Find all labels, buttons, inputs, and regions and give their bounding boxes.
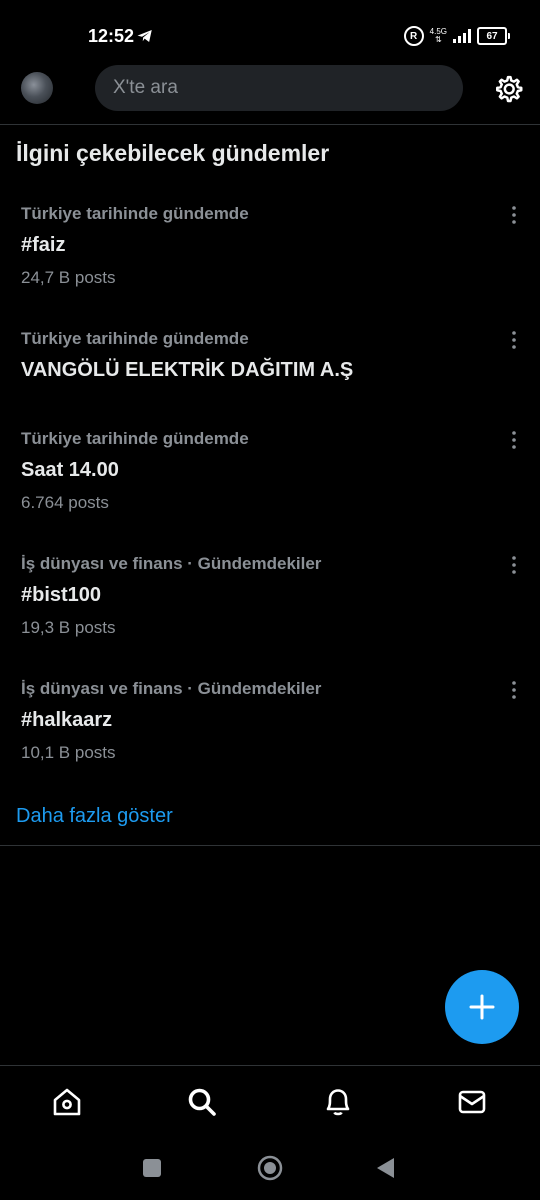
system-nav — [0, 1140, 540, 1200]
avatar[interactable] — [21, 72, 53, 104]
battery-level: 67 — [477, 27, 507, 45]
trend-name: #faiz — [21, 234, 66, 256]
bell-icon[interactable] — [322, 1086, 354, 1118]
square-icon[interactable] — [142, 1154, 162, 1182]
top-divider — [0, 124, 540, 125]
trend-item[interactable]: İş dünyası ve finans · Gündemdekiler #bi… — [0, 554, 540, 654]
search-box[interactable] — [95, 65, 463, 111]
trend-meta: Türkiye tarihinde gündemde — [21, 204, 249, 223]
trend-item[interactable]: Türkiye tarihinde gündemde #faiz 24,7 B … — [0, 204, 540, 304]
trend-name: #halkaarz — [21, 709, 113, 731]
compose-button[interactable] — [445, 970, 519, 1044]
trend-name: VANGÖLÜ ELEKTRİK DAĞITIM A.Ş — [21, 359, 354, 381]
trend-count: 6.764 posts — [21, 493, 109, 512]
more-options-icon[interactable] — [506, 429, 522, 451]
trend-item[interactable]: Türkiye tarihinde gündemde Saat 14.00 6.… — [0, 429, 540, 529]
status-indicators: R 4.5G ⇅ 67 — [403, 25, 510, 47]
mail-icon[interactable] — [456, 1086, 488, 1118]
trend-name: Saat 14.00 — [21, 459, 119, 481]
trend-count: 10,1 B posts — [21, 743, 116, 762]
trend-count: 19,3 B posts — [21, 618, 116, 637]
trend-item[interactable]: Türkiye tarihinde gündemde VANGÖLÜ ELEKT… — [0, 329, 540, 399]
more-options-icon[interactable] — [506, 679, 522, 701]
trend-count: 24,7 B posts — [21, 268, 116, 287]
trend-meta: Türkiye tarihinde gündemde — [21, 329, 249, 348]
circle-icon[interactable] — [256, 1154, 284, 1182]
back-triangle-icon[interactable] — [374, 1154, 396, 1182]
bottom-nav — [0, 1065, 540, 1138]
trend-meta: İş dünyası ve finans · Gündemdekiler — [21, 554, 322, 573]
status-bar: 12:52 R 4.5G ⇅ 67 — [0, 0, 540, 60]
search-input[interactable] — [111, 76, 445, 100]
top-bar — [0, 62, 540, 118]
plus-icon — [469, 994, 495, 1020]
section-title: İlgini çekebilecek gündemler — [16, 140, 330, 166]
network-indicator: 4.5G ⇅ — [430, 28, 447, 44]
registered-icon: R — [403, 26, 424, 46]
status-time: 12:52 — [88, 26, 135, 46]
content-divider — [0, 845, 540, 846]
gear-icon[interactable] — [493, 74, 523, 104]
trend-meta: İş dünyası ve finans · Gündemdekiler — [21, 679, 322, 698]
more-options-icon[interactable] — [506, 329, 522, 351]
trend-item[interactable]: İş dünyası ve finans · Gündemdekiler #ha… — [0, 679, 540, 779]
more-options-icon[interactable] — [506, 204, 522, 226]
trend-name: #bist100 — [21, 584, 102, 606]
trend-meta: Türkiye tarihinde gündemde — [21, 429, 249, 448]
home-icon[interactable] — [51, 1086, 83, 1118]
search-icon[interactable] — [186, 1086, 218, 1118]
telegram-icon — [137, 30, 152, 42]
more-options-icon[interactable] — [506, 554, 522, 576]
signal-icon — [453, 29, 471, 43]
show-more-link[interactable]: Daha fazla göster — [16, 805, 173, 828]
data-arrows-icon: ⇅ — [434, 35, 442, 44]
battery-icon: 67 — [477, 27, 510, 45]
